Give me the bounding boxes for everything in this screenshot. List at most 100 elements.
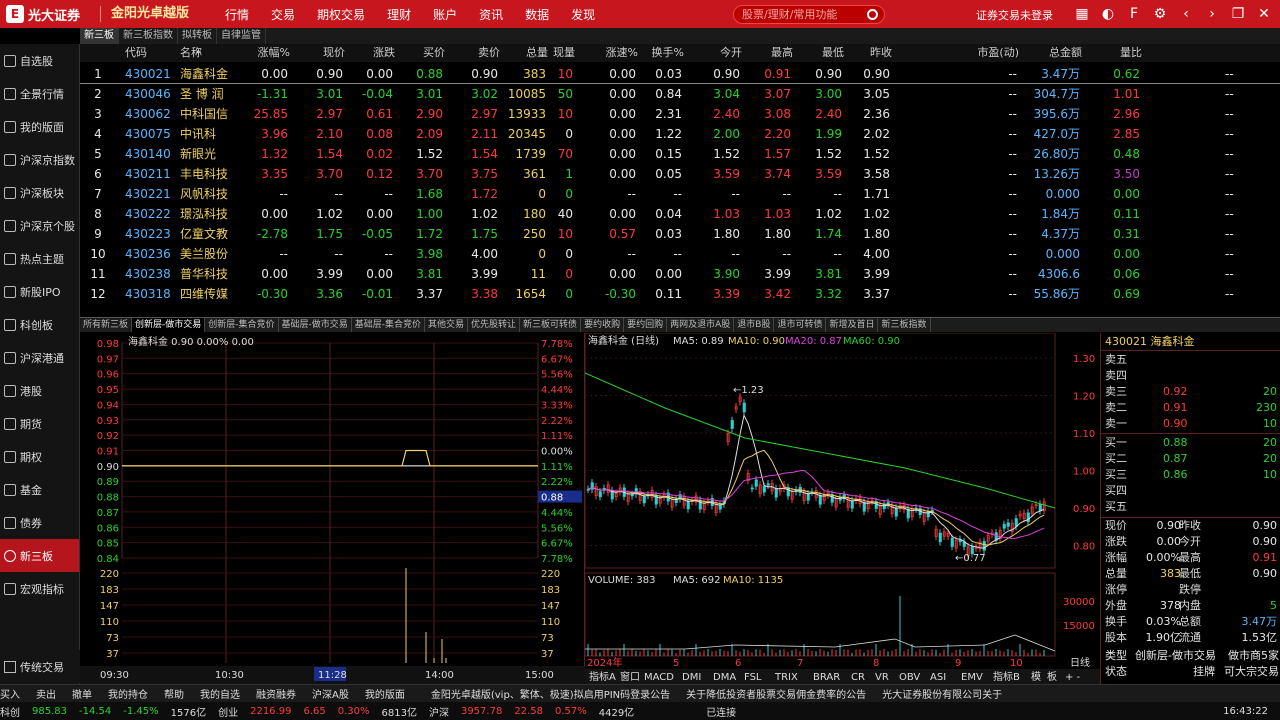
- column-header[interactable]: 现量: [525, 44, 575, 62]
- market-tab[interactable]: 两网及退市A股: [667, 318, 735, 332]
- column-header[interactable]: 今开: [692, 44, 742, 62]
- market-tab[interactable]: 创新层-做市交易: [132, 318, 206, 332]
- column-header[interactable]: 涨幅%: [240, 44, 290, 62]
- market-tab[interactable]: 其他交易: [425, 318, 469, 332]
- sub-tab[interactable]: 新三板: [80, 28, 119, 44]
- menu-item[interactable]: 理财: [387, 8, 411, 22]
- toolbar-button[interactable]: 我的版面: [365, 686, 405, 701]
- sidebar-item[interactable]: 新股IPO: [0, 275, 79, 308]
- toolbar-button[interactable]: 我的持仓: [108, 686, 148, 701]
- indicator-tab[interactable]: DMI: [682, 672, 701, 683]
- indicator-tab[interactable]: FSL: [744, 672, 762, 683]
- toolbar-button[interactable]: 我的自选: [200, 686, 240, 701]
- kline-chart[interactable]: 海鑫科金 (日线) MA5: 0.89 MA10: 0.90 MA20: 0.87 MA…: [585, 333, 1100, 684]
- indicator-tab[interactable]: BRAR: [813, 672, 840, 683]
- column-header[interactable]: 涨跌: [345, 44, 395, 62]
- sidebar-item[interactable]: 沪深港通: [0, 341, 79, 374]
- sidebar-item[interactable]: 沪深京个股: [0, 209, 79, 242]
- market-tab[interactable]: 基础层-做市交易: [279, 318, 352, 332]
- menu-item[interactable]: 账户: [433, 8, 457, 22]
- sidebar-item[interactable]: 期货: [0, 407, 79, 440]
- restore-icon[interactable]: ❐: [1230, 5, 1246, 23]
- toolbar-button[interactable]: 沪深A股: [312, 686, 349, 701]
- table-row[interactable]: 6 430211 丰电科技 3.35 3.70 0.12 3.70 3.75 361 1 0.00 0…: [80, 164, 1280, 184]
- indicator-tab[interactable]: 窗口: [620, 670, 640, 683]
- column-header[interactable]: 代码: [125, 44, 147, 62]
- forward-icon[interactable]: ›: [1204, 5, 1220, 23]
- template-button[interactable]: 模: [1031, 671, 1041, 683]
- menu-item[interactable]: 发现: [571, 8, 595, 22]
- sidebar-item[interactable]: 宏观指标: [0, 572, 79, 605]
- indicator-tab[interactable]: MACD: [644, 672, 674, 683]
- back-icon[interactable]: ‹: [1178, 5, 1194, 23]
- column-header[interactable]: 量比: [1092, 44, 1142, 62]
- period-label[interactable]: 日线: [1070, 656, 1090, 669]
- column-header[interactable]: 市盈(动): [969, 44, 1019, 62]
- column-header[interactable]: 买价: [395, 44, 445, 62]
- indicator-tab[interactable]: EMV: [961, 672, 983, 683]
- column-header[interactable]: 换手%: [634, 44, 684, 62]
- column-header[interactable]: 最高: [743, 44, 793, 62]
- sidebar-item[interactable]: 我的版面: [0, 110, 79, 143]
- search-input[interactable]: 股票/理财/常用功能: [733, 5, 885, 24]
- search-icon[interactable]: [867, 9, 878, 20]
- zoom-controls[interactable]: + -: [1065, 672, 1081, 683]
- settings-icon[interactable]: ⚙: [1152, 5, 1168, 23]
- sidebar-item-traditional-trade[interactable]: 传统交易: [0, 650, 80, 683]
- table-row[interactable]: 4 430075 中讯科 3.96 2.10 0.08 2.09 2.11 20345 0 0.00…: [80, 124, 1280, 144]
- menu-item[interactable]: 期权交易: [317, 8, 365, 22]
- windows-icon[interactable]: ▦: [1074, 5, 1090, 23]
- toolbar-button[interactable]: 撤单: [72, 686, 92, 701]
- market-tab[interactable]: 要约回购: [624, 318, 668, 332]
- table-row[interactable]: 3 430062 中科国信 25.85 2.97 0.61 2.90 2.97 13933 10 0…: [80, 104, 1280, 124]
- indicator-tab[interactable]: TRIX: [774, 672, 798, 683]
- market-tab[interactable]: 退市可转债: [774, 318, 827, 332]
- sidebar-item[interactable]: 基金: [0, 473, 79, 506]
- sidebar-item[interactable]: 科创板: [0, 308, 79, 341]
- menu-item[interactable]: 交易: [271, 8, 295, 22]
- sidebar-item[interactable]: 全景行情: [0, 77, 79, 110]
- login-status[interactable]: 证券交易未登录: [976, 7, 1053, 23]
- menu-item[interactable]: 行情: [225, 8, 249, 22]
- column-header[interactable]: 昨收: [842, 44, 892, 62]
- indicator-tab[interactable]: ASI: [930, 672, 946, 683]
- indicator-b[interactable]: 指标B: [993, 670, 1020, 683]
- column-header[interactable]: 总金额: [1032, 44, 1082, 62]
- menu-item[interactable]: 数据: [525, 8, 549, 22]
- sidebar-item[interactable]: 债券: [0, 506, 79, 539]
- toolbar-button[interactable]: 融资融券: [256, 686, 296, 701]
- toolbar-button[interactable]: 买入: [0, 686, 20, 701]
- menu-item[interactable]: 资讯: [479, 8, 503, 22]
- table-row[interactable]: 10 430236 美兰股份 -- -- -- 3.98 4.00 0 0 -- -- -- -- -- 4.…: [80, 244, 1280, 264]
- close-icon[interactable]: ✕: [1256, 5, 1272, 23]
- toolbar-button[interactable]: 卖出: [36, 686, 56, 701]
- market-tab[interactable]: 退市B股: [734, 318, 775, 332]
- column-header[interactable]: •: [195, 44, 202, 62]
- font-icon[interactable]: F: [1126, 5, 1142, 23]
- column-header[interactable]: 卖价: [450, 44, 500, 62]
- market-tab[interactable]: 所有新三板: [80, 318, 133, 332]
- market-tab[interactable]: 新三板指数: [878, 318, 931, 332]
- sub-tab[interactable]: 拟转板: [178, 28, 217, 44]
- indicator-tab[interactable]: 指标A: [589, 670, 616, 683]
- market-tab[interactable]: 创新层-集合竞价: [205, 318, 279, 332]
- table-row[interactable]: 8 430222 璟泓科技 0.00 1.02 0.00 1.00 1.02 180 40 0.00…: [80, 204, 1280, 224]
- sidebar-item[interactable]: 热点主题: [0, 242, 79, 275]
- sidebar-item[interactable]: 自选股: [0, 44, 79, 77]
- notice-link[interactable]: 光大证券股份有限公司关于: [882, 686, 1002, 701]
- sub-tab[interactable]: 新三板指数: [119, 28, 178, 44]
- table-row[interactable]: 1 430021 海鑫科金 0.00 0.90 0.00 0.88 0.90 383 10 0.00…: [80, 64, 1280, 84]
- board-button[interactable]: 板: [1047, 670, 1057, 683]
- theme-icon[interactable]: ◐: [1100, 5, 1116, 23]
- table-row[interactable]: 11 430238 普华科技 0.00 3.99 0.00 3.81 3.99 11 0 0.00 0…: [80, 264, 1280, 284]
- indicator-tab[interactable]: VR: [875, 672, 889, 683]
- column-header[interactable]: 最低: [794, 44, 844, 62]
- market-tab[interactable]: 基础层-集合竞价: [352, 318, 426, 332]
- column-header[interactable]: 现价: [295, 44, 345, 62]
- column-header[interactable]: 涨速%: [588, 44, 638, 62]
- intraday-chart[interactable]: 0.98 7.78% 0.97 6.67% 0.96 5.56% 0.95 4.44% 0.94…: [80, 333, 585, 684]
- table-row[interactable]: 12 430318 四维传媒 -0.30 3.36 -0.01 3.37 3.38 1654 0-…: [80, 284, 1280, 304]
- sidebar-item[interactable]: 沪深京指数: [0, 143, 79, 176]
- table-row[interactable]: 7 430221 风帆科技 -- -- -- 1.68 1.72 0 0 -- -- -- -- -- 1.7…: [80, 184, 1280, 204]
- toolbar-button[interactable]: 帮助: [164, 686, 184, 701]
